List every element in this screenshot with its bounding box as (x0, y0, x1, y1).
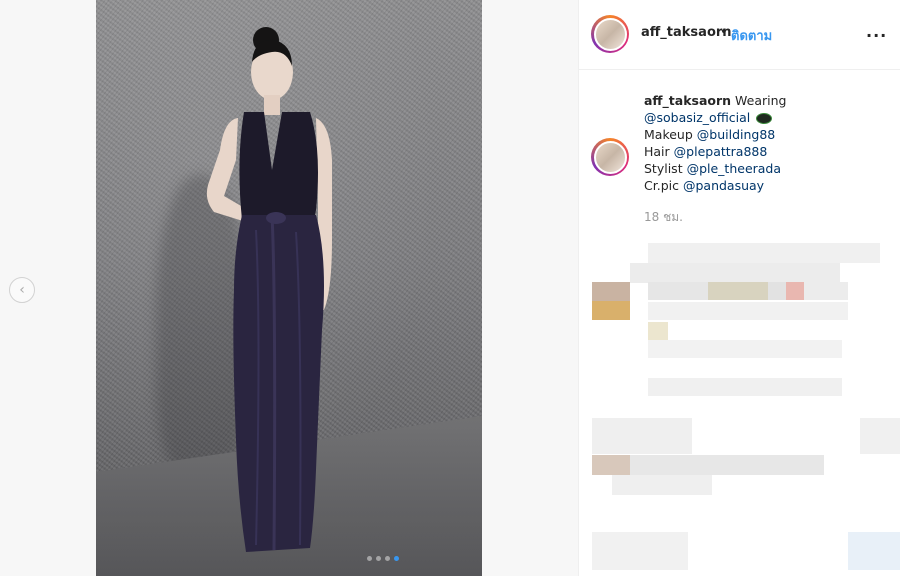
blurred-comment (592, 532, 688, 570)
carousel-dot (385, 556, 390, 561)
follow-button[interactable]: ติดตาม (731, 25, 772, 46)
carousel-dot-active (394, 556, 399, 561)
blurred-comment (612, 475, 712, 495)
header-username[interactable]: aff_taksaorn (641, 25, 732, 40)
blurred-comment (648, 282, 708, 300)
blurred-comment (648, 243, 880, 263)
blurred-comment (592, 418, 692, 454)
carousel-dot (367, 556, 372, 561)
avatar-image (593, 17, 627, 51)
blurred-avatar (592, 301, 630, 320)
carousel-prev-button[interactable]: ‹ (9, 277, 35, 303)
caption-avatar[interactable] (591, 138, 629, 176)
mention-link[interactable]: @sobasiz_official (644, 110, 750, 125)
blurred-comment (860, 418, 900, 454)
blurred-avatar (592, 282, 630, 301)
caption-label: Cr.pic (644, 178, 679, 193)
blurred-comment (708, 282, 768, 300)
blurred-comment (630, 455, 824, 475)
caption-label: Hair (644, 144, 670, 159)
profile-avatar[interactable] (591, 15, 629, 53)
mention-link[interactable]: @ple_theerada (687, 161, 781, 176)
panel-divider (578, 0, 579, 576)
emoji-icon (756, 113, 773, 124)
avatar-image (593, 140, 627, 174)
mention-link[interactable]: @building88 (697, 127, 775, 142)
post-caption: aff_taksaorn Wearing @sobasiz_official M… (644, 92, 844, 194)
post-photo[interactable] (96, 0, 482, 576)
caption-text: Wearing (735, 93, 787, 108)
blurred-comment (630, 263, 840, 283)
caption-username[interactable]: aff_taksaorn (644, 93, 731, 108)
blurred-comment (848, 532, 900, 570)
caption-label: Makeup (644, 127, 693, 142)
blurred-comment (786, 282, 804, 300)
blurred-avatar (592, 455, 630, 475)
chevron-left-icon: ‹ (19, 282, 25, 298)
more-options-icon[interactable]: ... (866, 22, 887, 41)
caption-label: Stylist (644, 161, 683, 176)
person-figure (206, 27, 332, 552)
mention-link[interactable]: @plepattra888 (674, 144, 768, 159)
header-separator (579, 69, 900, 70)
blurred-comment (768, 282, 786, 300)
blurred-comment (648, 302, 848, 320)
blurred-comment (648, 378, 842, 396)
carousel-dots (367, 556, 399, 561)
carousel-dot (376, 556, 381, 561)
mention-link[interactable]: @pandasuay (683, 178, 764, 193)
blurred-comment (648, 340, 842, 358)
header-bullet: • (720, 25, 728, 40)
blurred-comment (804, 282, 848, 300)
post-timestamp: 18 ชม. (644, 210, 683, 224)
blurred-comment (648, 322, 668, 340)
